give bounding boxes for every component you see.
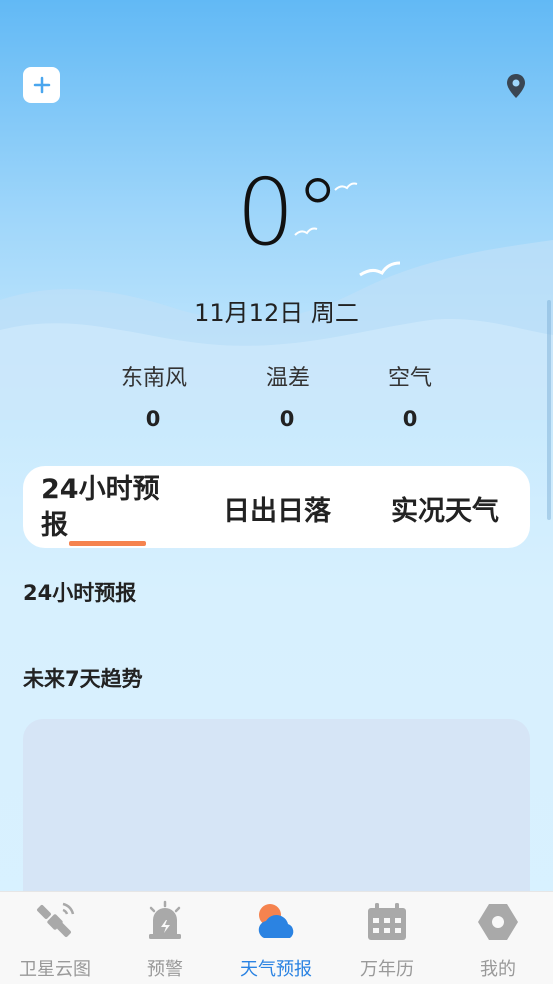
air-label: 空气	[387, 366, 432, 391]
profile-hexagon-icon	[478, 904, 518, 940]
temp-diff-value: 0	[279, 407, 295, 431]
satellite-icon	[37, 902, 75, 937]
bottom-navigation: 卫星云图 预警 天气预报 万年历 我的	[0, 891, 553, 984]
tab-24h-forecast[interactable]: 24小时预报	[41, 472, 171, 544]
nav-alert[interactable]: 预警	[110, 892, 220, 984]
forecast-tabs: 24小时预报 日出日落 实况天气	[23, 466, 530, 548]
current-temperature: 0°	[236, 159, 341, 266]
scrollbar[interactable]	[547, 300, 551, 520]
nav-label-satellite: 卫星云图	[19, 959, 91, 980]
active-tab-indicator	[69, 541, 146, 546]
temp-diff-label: 温差	[265, 366, 310, 391]
wind-value: 0	[145, 407, 161, 431]
air-value: 0	[402, 407, 418, 431]
location-pin-icon[interactable]	[505, 73, 527, 99]
nav-profile[interactable]: 我的	[443, 892, 553, 984]
cloud-sun-icon	[258, 904, 294, 938]
hourly-forecast-title: 24小时预报	[23, 581, 137, 605]
seven-day-trend-title: 未来7天趋势	[23, 667, 143, 691]
nav-calendar[interactable]: 万年历	[332, 892, 442, 984]
nav-label-profile: 我的	[480, 959, 516, 980]
wind-label: 东南风	[120, 366, 187, 391]
nav-label-alert: 预警	[147, 959, 183, 980]
calendar-icon	[368, 903, 406, 940]
seven-day-trend-card	[23, 719, 530, 919]
nav-forecast[interactable]: 天气预报	[221, 892, 331, 984]
tab-sunrise-sunset[interactable]: 日出日落	[223, 489, 331, 528]
nav-satellite[interactable]: 卫星云图	[0, 892, 110, 984]
plus-icon	[33, 76, 50, 94]
add-city-button[interactable]	[23, 67, 60, 103]
nav-label-forecast: 天气预报	[240, 959, 312, 980]
current-date: 11月12日 周二	[194, 299, 359, 327]
tab-live-weather[interactable]: 实况天气	[391, 489, 499, 528]
nav-label-calendar: 万年历	[360, 959, 414, 980]
alarm-light-icon	[149, 900, 181, 939]
